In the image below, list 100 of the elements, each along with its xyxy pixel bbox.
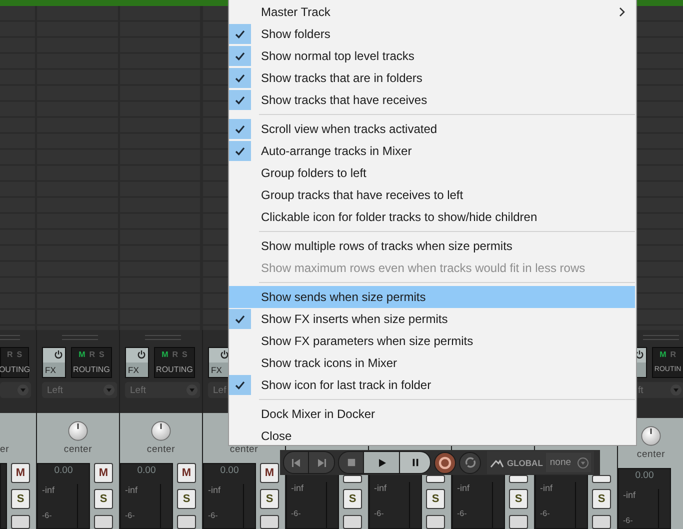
strip-button[interactable] [11,515,30,529]
caret-icon [186,384,198,396]
strip-button[interactable] [260,515,279,529]
menu-item[interactable]: Close [229,425,635,447]
peak-value: -inf [207,485,222,496]
scale-mark: -6- [622,516,634,526]
pan-knob[interactable] [68,421,88,441]
strip-button[interactable] [94,515,113,529]
peak-value: -inf [539,483,554,494]
go-to-start-button[interactable] [284,452,309,473]
pan-label: center [64,444,92,456]
menu-item[interactable]: Show tracks that are in folders [229,67,635,89]
menu-item[interactable]: Show folders [229,23,635,45]
menu-item[interactable]: Show normal top level tracks [229,45,635,67]
routing-button[interactable]: M R S ROUTING [154,347,195,378]
peak-value: -inf [622,490,637,501]
menu-item[interactable]: Clickable icon for folder tracks to show/hide children [229,206,635,228]
pause-button[interactable] [400,452,430,473]
strip-button[interactable] [509,515,528,529]
strip-button[interactable] [592,515,611,529]
pan-knob[interactable] [151,421,171,441]
strip-button[interactable] [426,515,445,529]
volume-value: 0.00 [137,465,156,476]
scale-mark: -6- [207,511,219,521]
go-to-end-button[interactable] [309,452,334,473]
mute-button[interactable]: M [260,463,279,483]
envelope-icon [490,458,504,468]
stop-button[interactable] [339,452,364,473]
caret-icon [670,384,682,396]
menu-item[interactable]: Show sends when size permits [229,286,635,308]
skip-forward-icon [316,458,326,468]
solo-button[interactable]: S [260,489,279,509]
repeat-button[interactable] [459,452,481,474]
power-icon [220,350,229,359]
solo-button[interactable]: S [343,489,362,509]
record-button[interactable] [434,452,456,474]
pan-label: center [230,444,258,456]
menu-item[interactable]: Auto-arrange tracks in Mixer [229,140,635,162]
fx-button[interactable]: FX [125,347,149,378]
fx-button[interactable]: FX [42,347,66,378]
mute-button[interactable] [343,475,362,483]
play-icon [376,458,386,468]
pan-label: er [0,444,10,456]
skip-back-icon [291,458,301,468]
routing-button[interactable]: M R S ROUTING [71,347,112,378]
menu-item[interactable]: Group folders to left [229,162,635,184]
solo-button[interactable]: S [509,489,528,509]
peak-value: -inf [373,483,388,494]
caret-icon [103,384,115,396]
pan-knob[interactable] [641,426,661,446]
menu-item[interactable]: Master Track [229,1,635,23]
mute-button[interactable]: M [11,463,30,483]
menu-item[interactable]: Show multiple rows of tracks when size permits [229,235,635,257]
solo-button[interactable]: S [592,489,611,509]
volume-value: 0.00 [635,470,654,481]
peak-value: -inf [290,483,305,494]
power-icon [634,350,644,359]
scale-mark: -6- [41,511,53,521]
pause-icon [410,458,420,467]
scale-mark: -6- [539,509,551,519]
repeat-icon [464,456,476,469]
menu-item[interactable]: Show FX inserts when size permits [229,308,635,330]
solo-button[interactable]: S [11,489,30,509]
mute-button[interactable]: M [94,463,113,483]
automation-dropdown[interactable]: none [546,453,592,472]
scale-mark: -6- [124,511,136,521]
scale-mark: -6- [456,509,468,519]
caret-icon [577,456,590,468]
mute-button[interactable] [509,475,528,483]
solo-button[interactable]: S [177,489,196,509]
menu-item[interactable]: Group tracks that have receives to left [229,184,635,206]
menu-item[interactable]: Show track icons in Mixer [229,352,635,374]
menu-item[interactable]: Dock Mixer in Docker [229,403,635,425]
automation-mode: GLOBAL [507,458,543,468]
menu-item[interactable]: Scroll view when tracks activated [229,118,635,140]
volume-value: 0.00 [54,465,73,476]
pan-label: center [146,444,176,456]
peak-value: -inf [456,483,471,494]
peak-value: -inf [41,485,56,496]
pan-label: center [636,449,666,461]
stop-icon [346,458,356,467]
peak-value: -inf [124,485,139,496]
volume-value: 0.00 [220,465,239,476]
strip-button[interactable] [177,515,196,529]
power-icon [137,350,146,359]
menu-item[interactable]: Show FX parameters when size permits [229,330,635,352]
solo-button[interactable]: S [426,489,445,509]
scale-mark: -6- [290,509,302,519]
mute-button[interactable] [592,475,611,483]
input-dropdown[interactable] [0,382,31,398]
play-button[interactable] [364,452,400,473]
power-icon [54,350,63,359]
strip-button[interactable] [343,515,362,529]
record-icon [438,456,452,470]
mute-button[interactable]: M [177,463,196,483]
menu-item[interactable]: Show tracks that have receives [229,89,635,111]
scale-mark: -6- [373,509,385,519]
solo-button[interactable]: S [94,489,113,509]
mute-button[interactable] [426,475,445,483]
caret-icon [17,384,29,396]
